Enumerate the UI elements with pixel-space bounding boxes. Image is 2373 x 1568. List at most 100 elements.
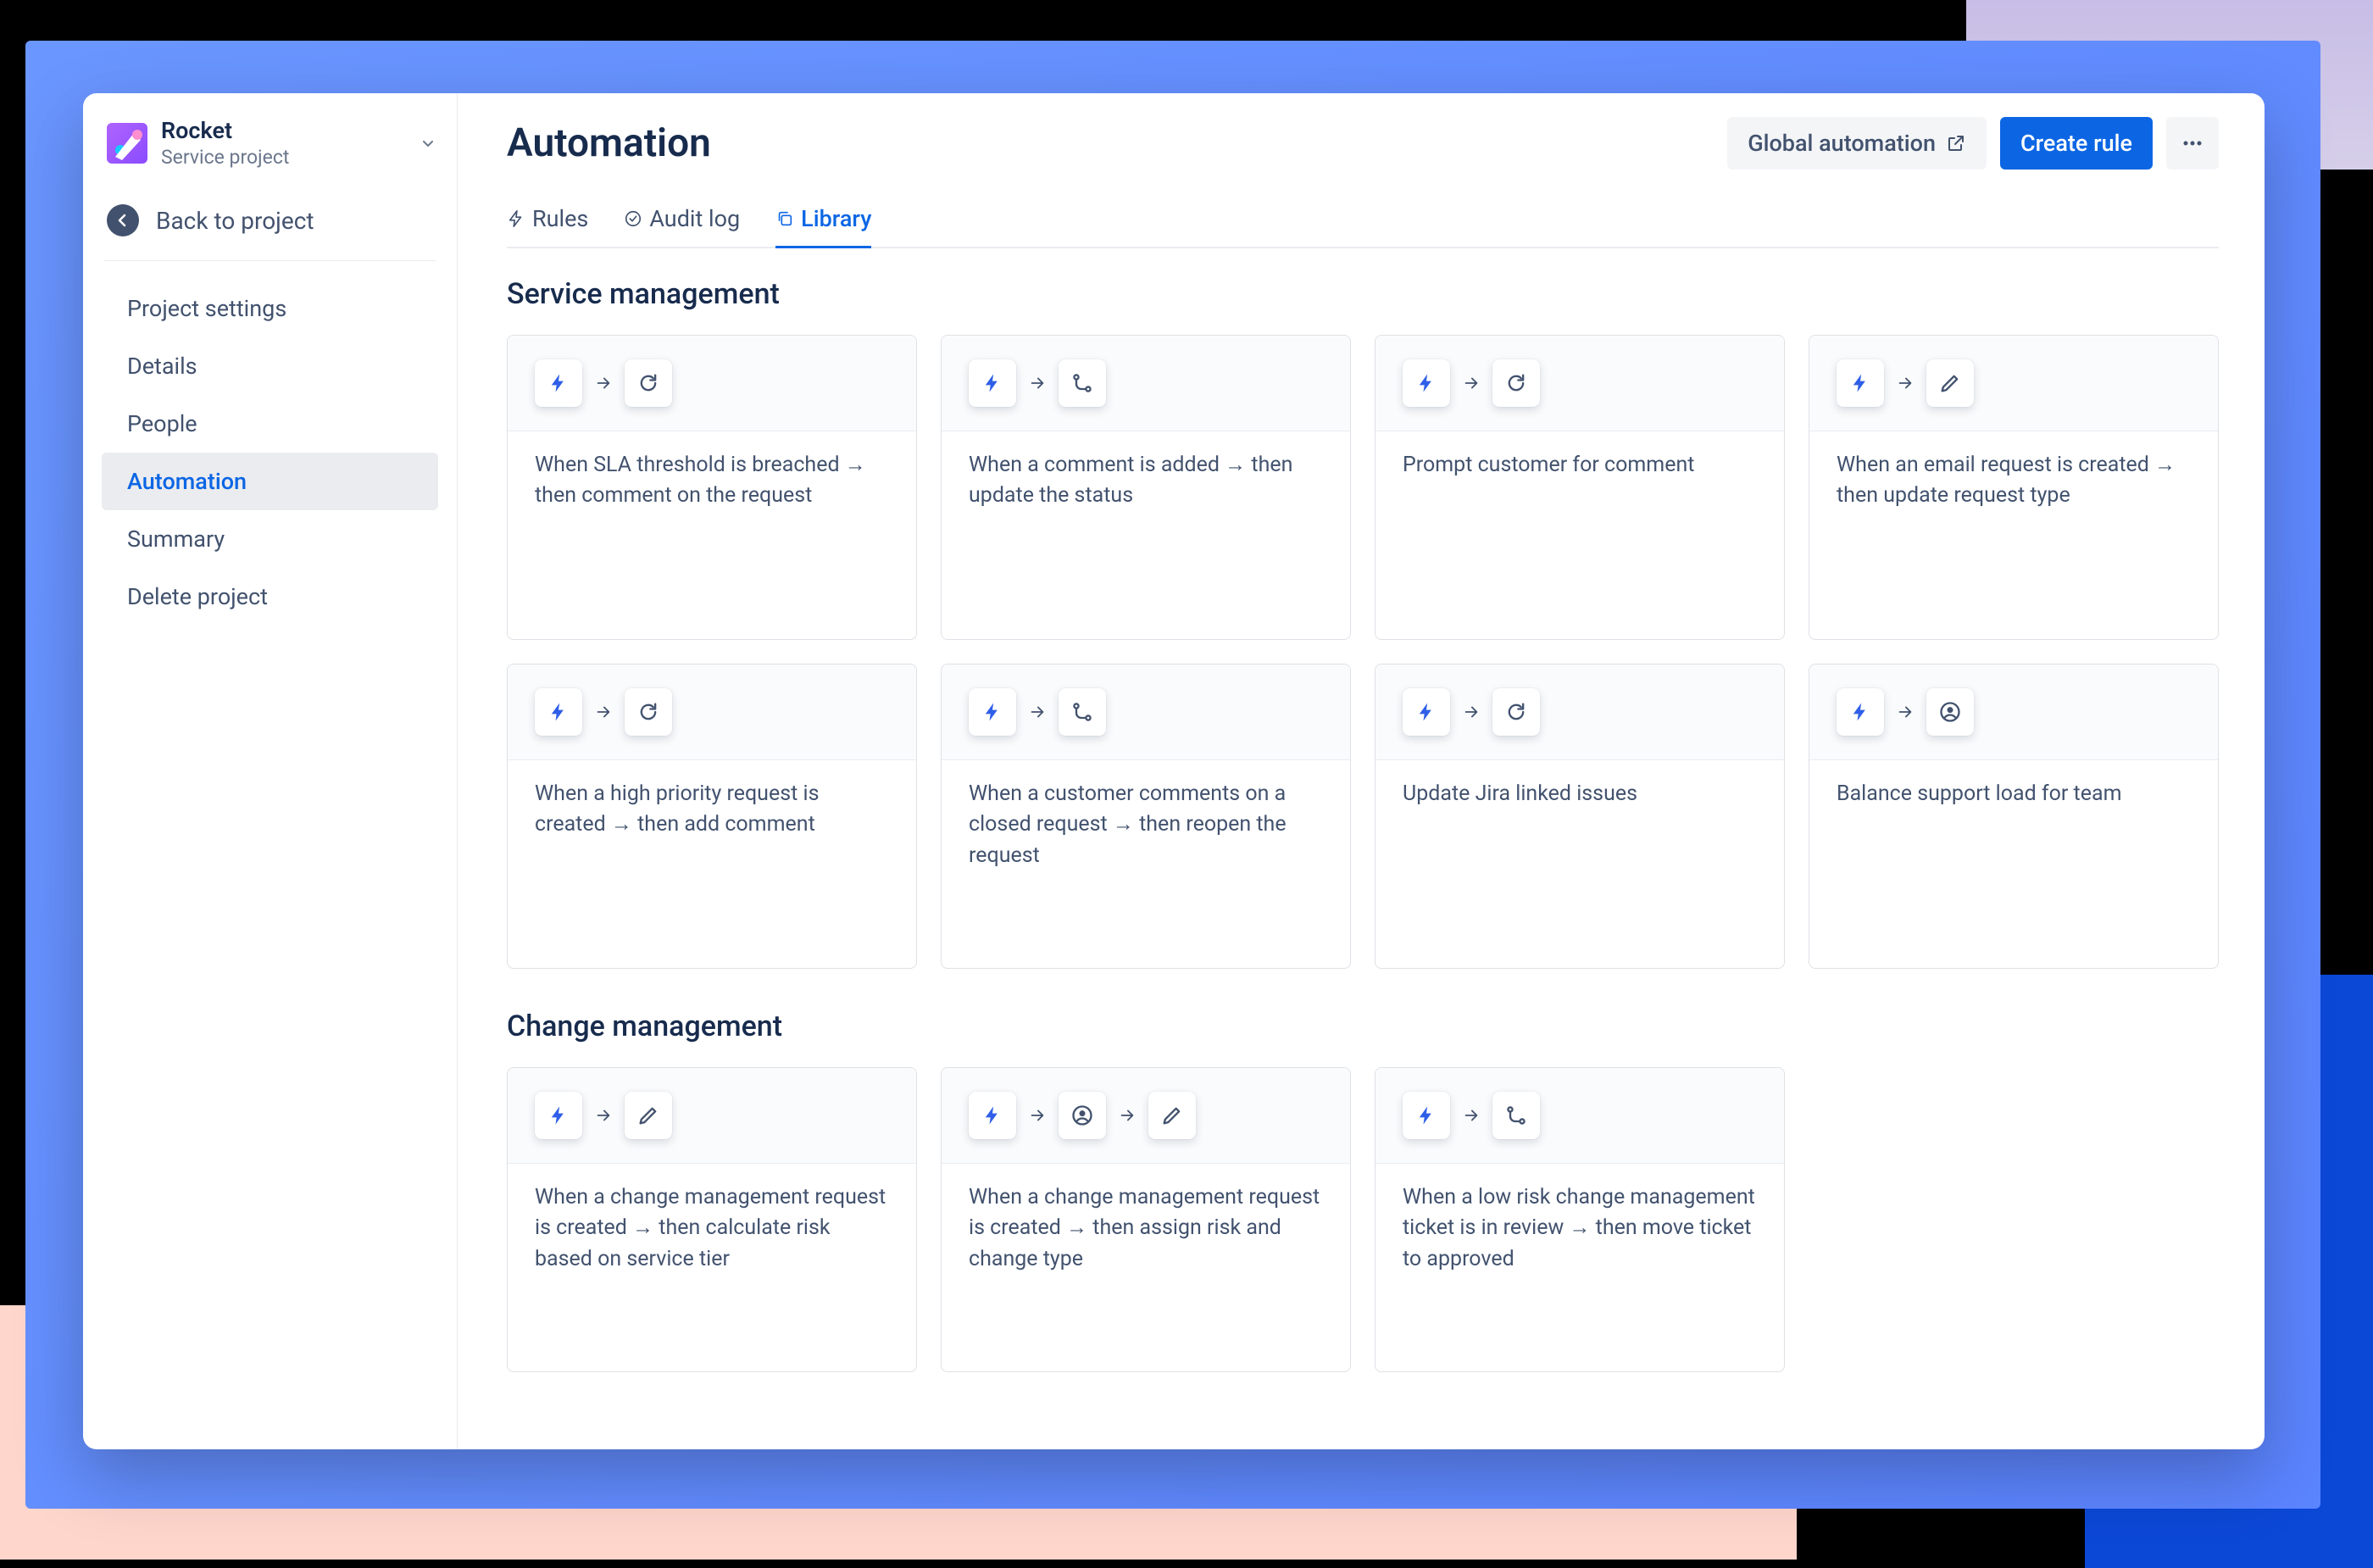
automation-rule-card[interactable]: Balance support load for team <box>1809 664 2219 969</box>
sidebar-item-automation[interactable]: Automation <box>102 453 438 510</box>
bolt-icon <box>535 688 582 736</box>
refresh-icon <box>1492 359 1540 407</box>
tab-label: Library <box>801 205 871 232</box>
tab-library[interactable]: Library <box>775 205 871 248</box>
project-name: Rocket <box>161 117 289 144</box>
arrow-right-icon <box>1896 703 1915 721</box>
branch-icon <box>1059 688 1106 736</box>
automation-rule-card[interactable]: When a comment is added → then update th… <box>941 335 1351 640</box>
tab-label: Rules <box>532 205 588 232</box>
bolt-icon <box>1403 1092 1450 1139</box>
copy-icon <box>775 209 794 228</box>
card-description: When a change management request is crea… <box>942 1164 1350 1293</box>
arrow-right-icon <box>1028 1106 1047 1125</box>
button-label: Global automation <box>1748 130 1936 157</box>
section-heading-change: Change management <box>507 1009 2219 1043</box>
card-header <box>1809 664 2218 760</box>
create-rule-button[interactable]: Create rule <box>2000 117 2153 170</box>
sidebar-item-label: Details <box>127 353 197 380</box>
arrow-right-icon <box>1462 1106 1481 1125</box>
page-title: Automation <box>507 120 711 166</box>
person-icon <box>1926 688 1974 736</box>
automation-rule-card[interactable]: When a customer comments on a closed req… <box>941 664 1351 969</box>
more-actions-button[interactable] <box>2166 117 2219 170</box>
branch-icon <box>1492 1092 1540 1139</box>
card-header <box>942 1068 1350 1164</box>
card-header <box>1375 664 1784 760</box>
card-description: When a change management request is crea… <box>508 1164 916 1293</box>
back-to-project[interactable]: Back to project <box>83 189 457 260</box>
sidebar-item-label: Project settings <box>127 295 286 322</box>
card-description: When an email request is created → then … <box>1809 431 2218 531</box>
card-header <box>1375 336 1784 431</box>
card-description: When a comment is added → then update th… <box>942 431 1350 531</box>
project-icon <box>107 123 147 164</box>
card-description: When a high priority request is created … <box>508 760 916 859</box>
sidebar-item-details[interactable]: Details <box>102 337 438 395</box>
lightning-icon <box>507 209 525 228</box>
bolt-icon <box>535 1092 582 1139</box>
automation-rule-card[interactable]: Update Jira linked issues <box>1375 664 1785 969</box>
automation-rule-card[interactable]: When a change management request is crea… <box>507 1067 917 1372</box>
bolt-icon <box>969 688 1016 736</box>
automation-rule-card[interactable]: When a low risk change management ticket… <box>1375 1067 1785 1372</box>
bolt-icon <box>1837 688 1884 736</box>
card-description: When SLA threshold is breached → then co… <box>508 431 916 531</box>
person-icon <box>1059 1092 1106 1139</box>
tab-rules[interactable]: Rules <box>507 205 588 248</box>
back-arrow-icon <box>107 204 139 236</box>
arrow-right-icon <box>1028 374 1047 392</box>
pencil-icon <box>1148 1092 1196 1139</box>
tabs: Rules Audit log Library <box>507 205 2219 248</box>
automation-rule-card[interactable]: When a high priority request is created … <box>507 664 917 969</box>
automation-rule-card[interactable]: When an email request is created → then … <box>1809 335 2219 640</box>
card-header <box>1809 336 2218 431</box>
sidebar-item-project-settings[interactable]: Project settings <box>102 280 438 337</box>
arrow-right-icon <box>594 1106 613 1125</box>
card-header <box>1375 1068 1784 1164</box>
bolt-icon <box>969 1092 1016 1139</box>
arrow-right-icon <box>1118 1106 1136 1125</box>
global-automation-button[interactable]: Global automation <box>1727 117 1987 170</box>
button-label: Create rule <box>2020 130 2132 157</box>
tab-audit-log[interactable]: Audit log <box>624 205 740 248</box>
sidebar-item-people[interactable]: People <box>102 395 438 453</box>
card-grid: When SLA threshold is breached → then co… <box>507 335 2219 969</box>
bolt-icon <box>535 359 582 407</box>
automation-rule-card[interactable]: When SLA threshold is breached → then co… <box>507 335 917 640</box>
bolt-icon <box>1837 359 1884 407</box>
section-heading-service: Service management <box>507 277 2219 311</box>
refresh-icon <box>625 359 672 407</box>
automation-rule-card[interactable]: When a change management request is crea… <box>941 1067 1351 1372</box>
card-description: Prompt customer for comment <box>1375 431 1784 499</box>
bolt-icon <box>969 359 1016 407</box>
refresh-icon <box>625 688 672 736</box>
pencil-icon <box>1926 359 1974 407</box>
branch-icon <box>1059 359 1106 407</box>
sidebar-item-delete-project[interactable]: Delete project <box>102 568 438 626</box>
arrow-right-icon <box>594 703 613 721</box>
bolt-icon <box>1403 359 1450 407</box>
sidebar: Rocket Service project Back to project P… <box>83 93 458 1449</box>
card-description: Update Jira linked issues <box>1375 760 1784 828</box>
sidebar-item-summary[interactable]: Summary <box>102 510 438 568</box>
card-description: Balance support load for team <box>1809 760 2218 828</box>
automation-rule-card[interactable]: Prompt customer for comment <box>1375 335 1785 640</box>
project-selector[interactable]: Rocket Service project <box>83 117 457 189</box>
refresh-icon <box>1492 688 1540 736</box>
card-header <box>508 336 916 431</box>
header-actions: Global automation Create rule <box>1727 117 2219 170</box>
tab-label: Audit log <box>649 205 740 232</box>
chevron-down-icon <box>420 135 436 152</box>
page-header: Automation Global automation Create rule <box>507 117 2219 170</box>
card-header <box>508 664 916 760</box>
arrow-right-icon <box>1462 374 1481 392</box>
sidebar-item-label: Automation <box>127 468 247 495</box>
arrow-right-icon <box>1028 703 1047 721</box>
arrow-right-icon <box>594 374 613 392</box>
sidebar-item-label: People <box>127 410 197 437</box>
card-header <box>508 1068 916 1164</box>
check-circle-icon <box>624 209 642 228</box>
card-header <box>942 664 1350 760</box>
project-type: Service project <box>161 146 289 169</box>
